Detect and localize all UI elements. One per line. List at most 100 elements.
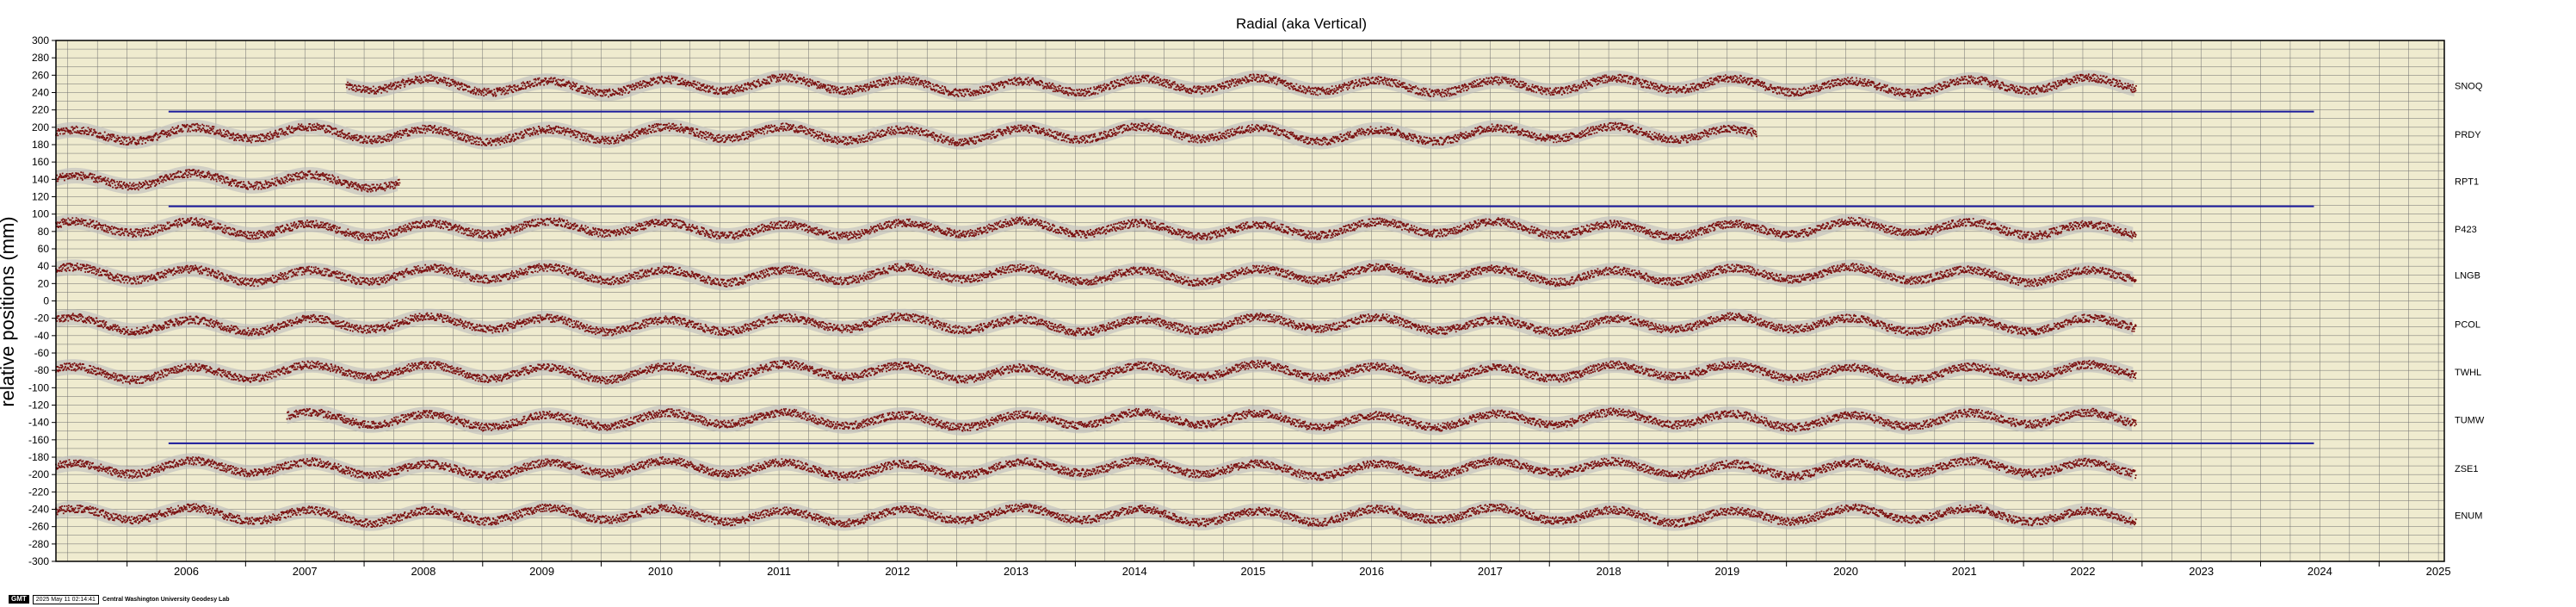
data-point [726, 94, 728, 96]
data-point [383, 90, 385, 91]
data-point [830, 90, 831, 91]
data-point [635, 83, 637, 84]
data-point [775, 76, 777, 77]
data-point [634, 88, 636, 90]
data-point [356, 86, 358, 88]
data-point [478, 90, 479, 92]
data-point [538, 79, 540, 81]
data-point [683, 84, 685, 85]
data-point [537, 84, 539, 85]
data-point [425, 80, 427, 82]
data-point [375, 88, 377, 90]
data-point [645, 86, 646, 88]
data-point [540, 84, 541, 86]
data-point [460, 84, 462, 85]
data-point [549, 81, 551, 83]
data-point [418, 82, 420, 84]
data-point [461, 86, 463, 88]
data-point [403, 82, 405, 84]
data-point [583, 88, 584, 90]
data-point [734, 92, 736, 94]
data-point [423, 81, 424, 83]
data-point [703, 84, 705, 85]
data-point [550, 77, 552, 78]
data-point [544, 80, 546, 82]
data-point [599, 91, 601, 93]
data-point [820, 84, 822, 85]
data-point [651, 79, 652, 81]
data-point [699, 90, 701, 91]
data-point [677, 84, 679, 85]
data-point [825, 84, 826, 86]
data-point [726, 91, 728, 93]
data-point [510, 85, 511, 87]
data-point [585, 92, 587, 94]
data-point [414, 79, 416, 81]
data-point [439, 80, 441, 82]
data-point [804, 81, 806, 83]
data-point [476, 88, 478, 90]
data-point [543, 84, 545, 86]
data-point [517, 90, 519, 91]
data-point [355, 84, 356, 86]
data-point [485, 90, 486, 91]
data-point [348, 84, 349, 86]
data-point [832, 85, 834, 87]
data-point [682, 83, 683, 84]
data-point [744, 83, 746, 84]
data-point [787, 77, 788, 79]
data-point [585, 90, 587, 92]
data-point [399, 87, 401, 89]
data-point [347, 82, 349, 84]
data-point [572, 85, 574, 87]
data-point [496, 88, 497, 90]
data-point [351, 84, 353, 86]
data-point [708, 85, 710, 87]
data-point [400, 84, 402, 86]
data-point [812, 80, 813, 82]
data-point [597, 91, 599, 93]
data-point [637, 86, 639, 88]
data-point [501, 94, 503, 96]
data-point [701, 90, 702, 91]
data-point [638, 84, 639, 85]
data-point [429, 80, 431, 82]
data-point [451, 84, 453, 86]
data-point [765, 84, 767, 85]
data-point [792, 81, 794, 83]
data-point [417, 77, 418, 78]
data-point [395, 87, 397, 89]
data-point [769, 76, 771, 77]
data-point [720, 90, 721, 92]
data-point [365, 90, 367, 91]
data-point [841, 90, 843, 92]
data-point [689, 84, 690, 86]
data-point [835, 88, 837, 90]
data-point [722, 88, 724, 90]
data-point [827, 84, 829, 86]
data-point [584, 90, 586, 92]
data-point [481, 94, 483, 96]
data-point [631, 86, 633, 88]
data-point [790, 77, 792, 78]
data-point [624, 92, 626, 94]
data-point [758, 83, 760, 84]
data-point [373, 86, 374, 88]
data-point [682, 78, 683, 80]
data-point [508, 86, 510, 88]
data-point [384, 88, 386, 90]
data-point [692, 83, 694, 84]
data-point [352, 86, 354, 88]
data-point [688, 82, 689, 84]
data-point [652, 84, 653, 85]
data-point [633, 85, 635, 87]
data-point [790, 81, 792, 83]
data-point [478, 94, 479, 96]
data-point [571, 89, 573, 90]
data-point [676, 77, 678, 78]
data-point [660, 79, 662, 81]
data-point [520, 89, 522, 90]
data-point [591, 88, 593, 90]
data-point [545, 77, 547, 79]
data-point [448, 77, 449, 79]
